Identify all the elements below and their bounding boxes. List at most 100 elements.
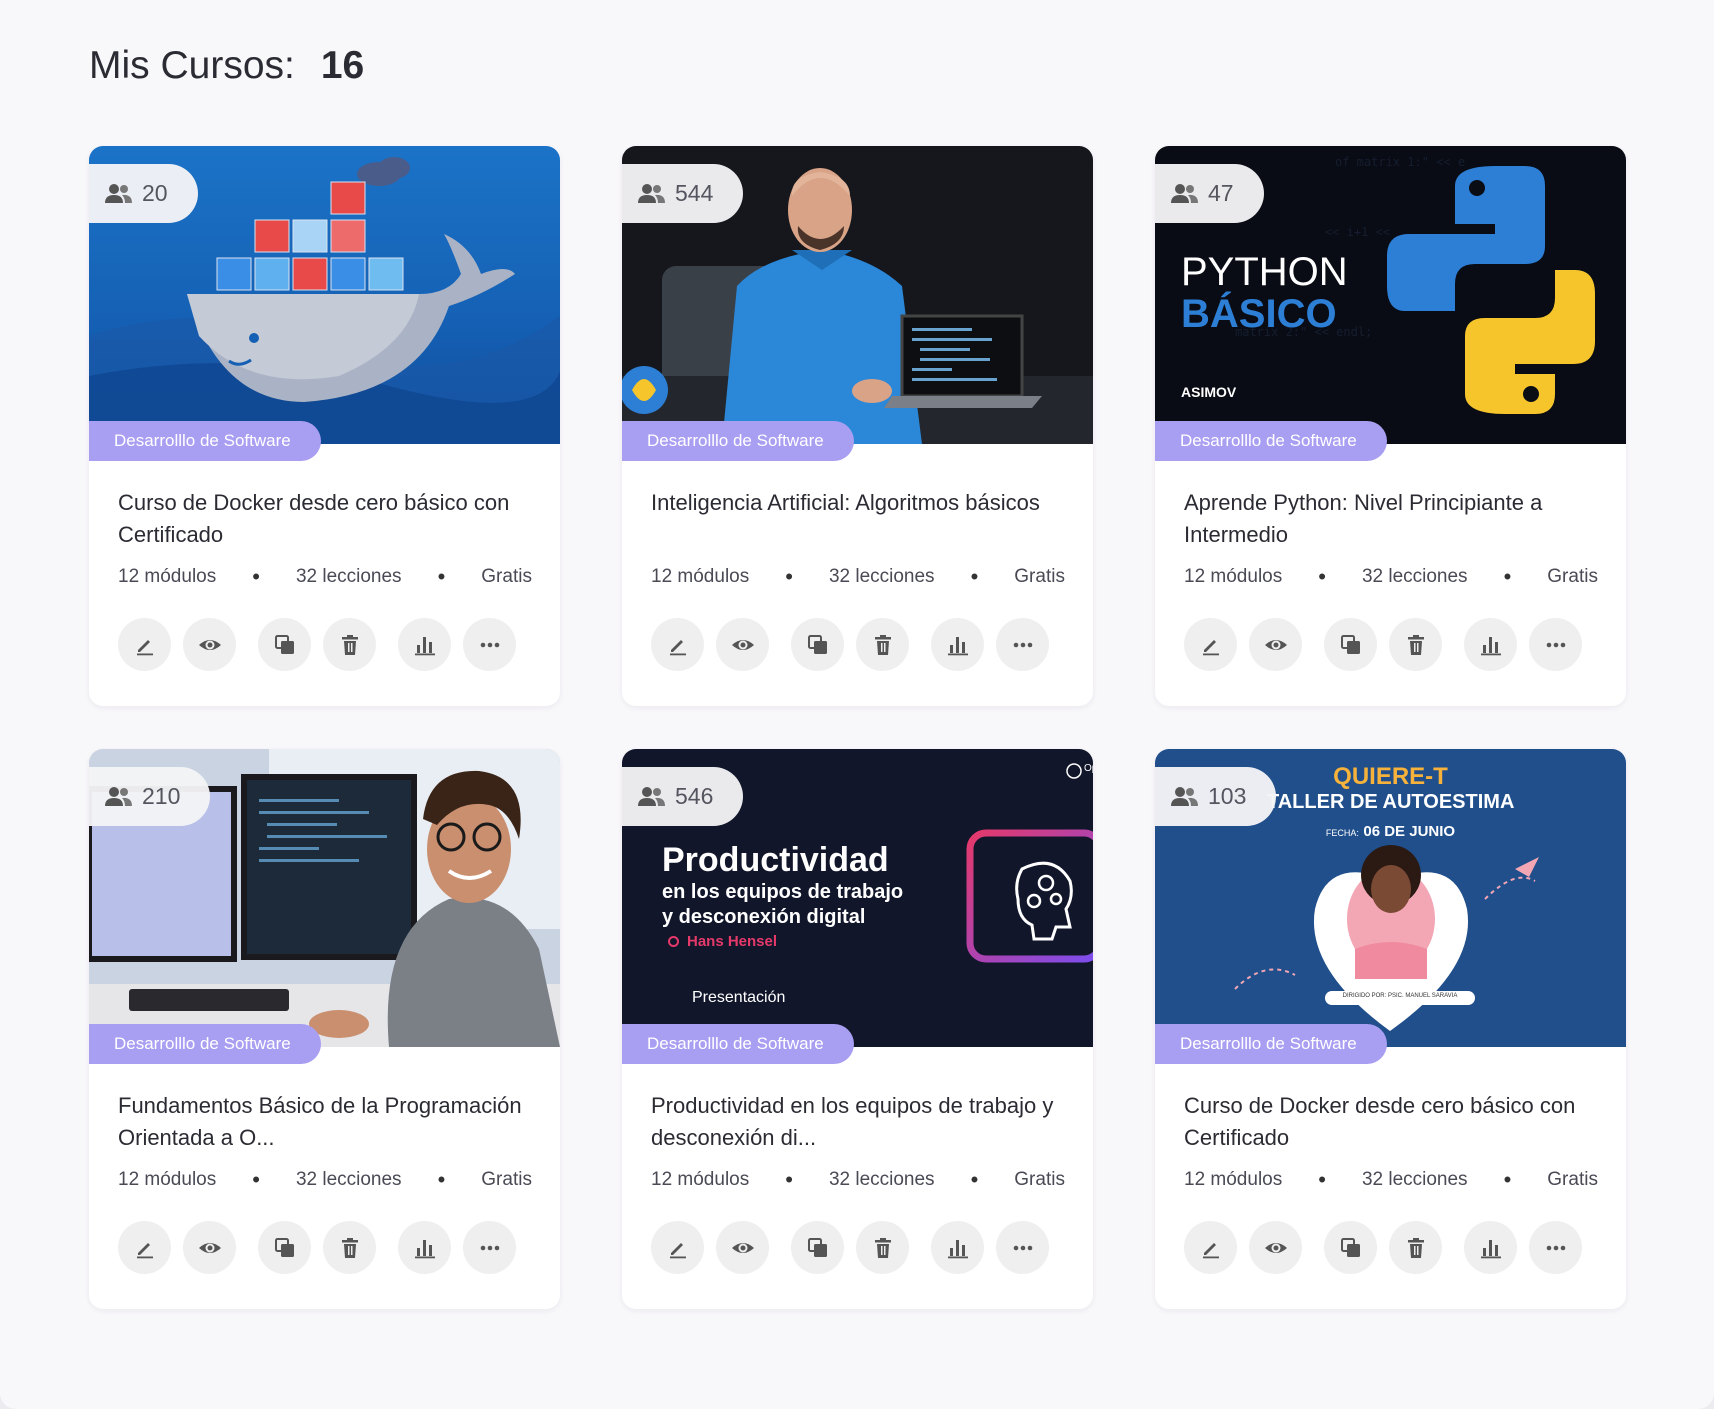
users-icon [1171, 183, 1198, 203]
more-button[interactable] [1529, 1221, 1582, 1274]
delete-button[interactable] [1389, 1221, 1442, 1274]
course-meta: 12 módulos • 32 lecciones • Gratis [1184, 564, 1598, 590]
modules-count: 12 módulos [1184, 566, 1283, 587]
course-title[interactable]: Curso de Docker desde cero básico con Ce… [118, 487, 538, 551]
stats-icon [414, 1239, 435, 1258]
delete-button[interactable] [856, 618, 909, 671]
delete-button[interactable] [856, 1221, 909, 1274]
course-card[interactable]: Op Productividad en los equipos de traba… [622, 749, 1093, 1309]
category-badge: Desarrolllo de Software [622, 421, 854, 461]
copy-button[interactable] [1324, 1221, 1377, 1274]
separator-dot: • [970, 1167, 979, 1192]
course-card[interactable]: QUIERE-T TALLER DE AUTOESTIMA FECHA: 06 … [1155, 749, 1626, 1309]
view-button[interactable] [1249, 1221, 1302, 1274]
view-button[interactable] [183, 1221, 236, 1274]
more-button[interactable] [463, 1221, 516, 1274]
students-count: 20 [142, 180, 168, 206]
view-button[interactable] [1249, 618, 1302, 671]
trash-icon [1407, 1237, 1424, 1258]
copy-button[interactable] [791, 1221, 844, 1274]
separator-dot: • [785, 564, 793, 589]
edit-button[interactable] [118, 618, 171, 671]
edit-button[interactable] [118, 1221, 171, 1274]
edit-button[interactable] [651, 1221, 704, 1274]
edit-icon [1202, 639, 1219, 655]
category-badge: Desarrolllo de Software [89, 421, 321, 461]
stats-icon [1480, 1239, 1501, 1258]
stats-button[interactable] [931, 1221, 984, 1274]
students-count: 210 [142, 783, 181, 809]
separator-dot: • [1503, 1167, 1512, 1192]
more-icon [1546, 1245, 1565, 1250]
edit-button[interactable] [1184, 1221, 1237, 1274]
more-button[interactable] [1529, 618, 1582, 671]
view-button[interactable] [716, 1221, 769, 1274]
copy-button[interactable] [791, 618, 844, 671]
view-button[interactable] [716, 618, 769, 671]
separator-dot: • [785, 1167, 793, 1192]
more-button[interactable] [996, 618, 1049, 671]
course-meta: 12 módulos • 32 lecciones • Gratis [651, 1167, 1065, 1193]
course-title[interactable]: Curso de Docker desde cero básico con Ce… [1184, 1090, 1604, 1154]
thumb-author: Hans Hensel [668, 933, 777, 950]
price-label: Gratis [1014, 566, 1065, 587]
more-icon [1546, 642, 1565, 647]
date-value: 06 DE JUNIO [1363, 823, 1456, 840]
page-title: Mis Cursos: 16 [89, 44, 364, 88]
lessons-count: 32 lecciones [295, 1169, 402, 1190]
stats-button[interactable] [931, 618, 984, 671]
stats-button[interactable] [398, 1221, 451, 1274]
course-title[interactable]: Aprende Python: Nivel Principiante a Int… [1184, 487, 1604, 551]
separator-dot: • [1318, 564, 1326, 589]
copy-button[interactable] [258, 618, 311, 671]
edit-button[interactable] [1184, 618, 1237, 671]
stats-button[interactable] [398, 618, 451, 671]
separator-dot: • [437, 564, 446, 589]
stats-button[interactable] [1464, 618, 1517, 671]
course-card[interactable]: 544 Desarrolllo de Software Inteligencia… [622, 146, 1093, 706]
modules-count: 12 módulos [118, 566, 217, 587]
course-actions [118, 618, 528, 671]
page: Mis Cursos: 16 20 Desarrolllo de Softwar… [0, 0, 1714, 1409]
modules-count: 12 módulos [651, 1169, 750, 1190]
edit-button[interactable] [651, 618, 704, 671]
delete-button[interactable] [1389, 618, 1442, 671]
course-title[interactable]: Fundamentos Básico de la Programación Or… [118, 1090, 538, 1154]
copy-button[interactable] [1324, 618, 1377, 671]
copy-icon [1340, 634, 1360, 654]
students-badge: 210 [89, 767, 211, 826]
trash-icon [1407, 634, 1424, 655]
students-badge: 546 [622, 767, 744, 826]
students-count: 546 [675, 783, 714, 809]
date-label: FECHA: [1325, 828, 1359, 838]
course-card[interactable]: 20 Desarrolllo de Software Curso de Dock… [89, 146, 560, 706]
course-actions [1184, 618, 1594, 671]
copy-button[interactable] [258, 1221, 311, 1274]
users-icon [638, 183, 665, 203]
separator-dot: • [1503, 564, 1512, 589]
delete-button[interactable] [323, 1221, 376, 1274]
course-title[interactable]: Inteligencia Artificial: Algoritmos bási… [651, 487, 1071, 519]
copy-icon [1340, 1237, 1360, 1257]
delete-button[interactable] [323, 618, 376, 671]
thumb-brand: ASIMOV [1181, 384, 1237, 400]
thumb-title-line2: BÁSICO [1181, 292, 1337, 336]
stats-button[interactable] [1464, 1221, 1517, 1274]
author-icon [668, 936, 679, 947]
course-card[interactable]: of matrix 1:" << e << i+1 << matrix 2:" … [1155, 146, 1626, 706]
users-icon [105, 786, 132, 806]
course-title[interactable]: Productividad en los equipos de trabajo … [651, 1090, 1071, 1154]
course-card[interactable]: 210 Desarrolllo de Software Fundamentos … [89, 749, 560, 1309]
lessons-count: 32 lecciones [295, 566, 402, 587]
edit-icon [136, 639, 153, 655]
students-count: 103 [1208, 783, 1247, 809]
category-badge: Desarrolllo de Software [1155, 421, 1387, 461]
more-button[interactable] [996, 1221, 1049, 1274]
price-label: Gratis [1014, 1169, 1065, 1190]
course-meta: 12 módulos • 32 lecciones • Gratis [651, 564, 1065, 590]
more-button[interactable] [463, 618, 516, 671]
svg-text:<< i+1 <<: << i+1 << [1325, 225, 1390, 239]
view-button[interactable] [183, 618, 236, 671]
modules-count: 12 módulos [1184, 1169, 1283, 1190]
thumb-subline-2: y desconexión digital [662, 906, 866, 928]
